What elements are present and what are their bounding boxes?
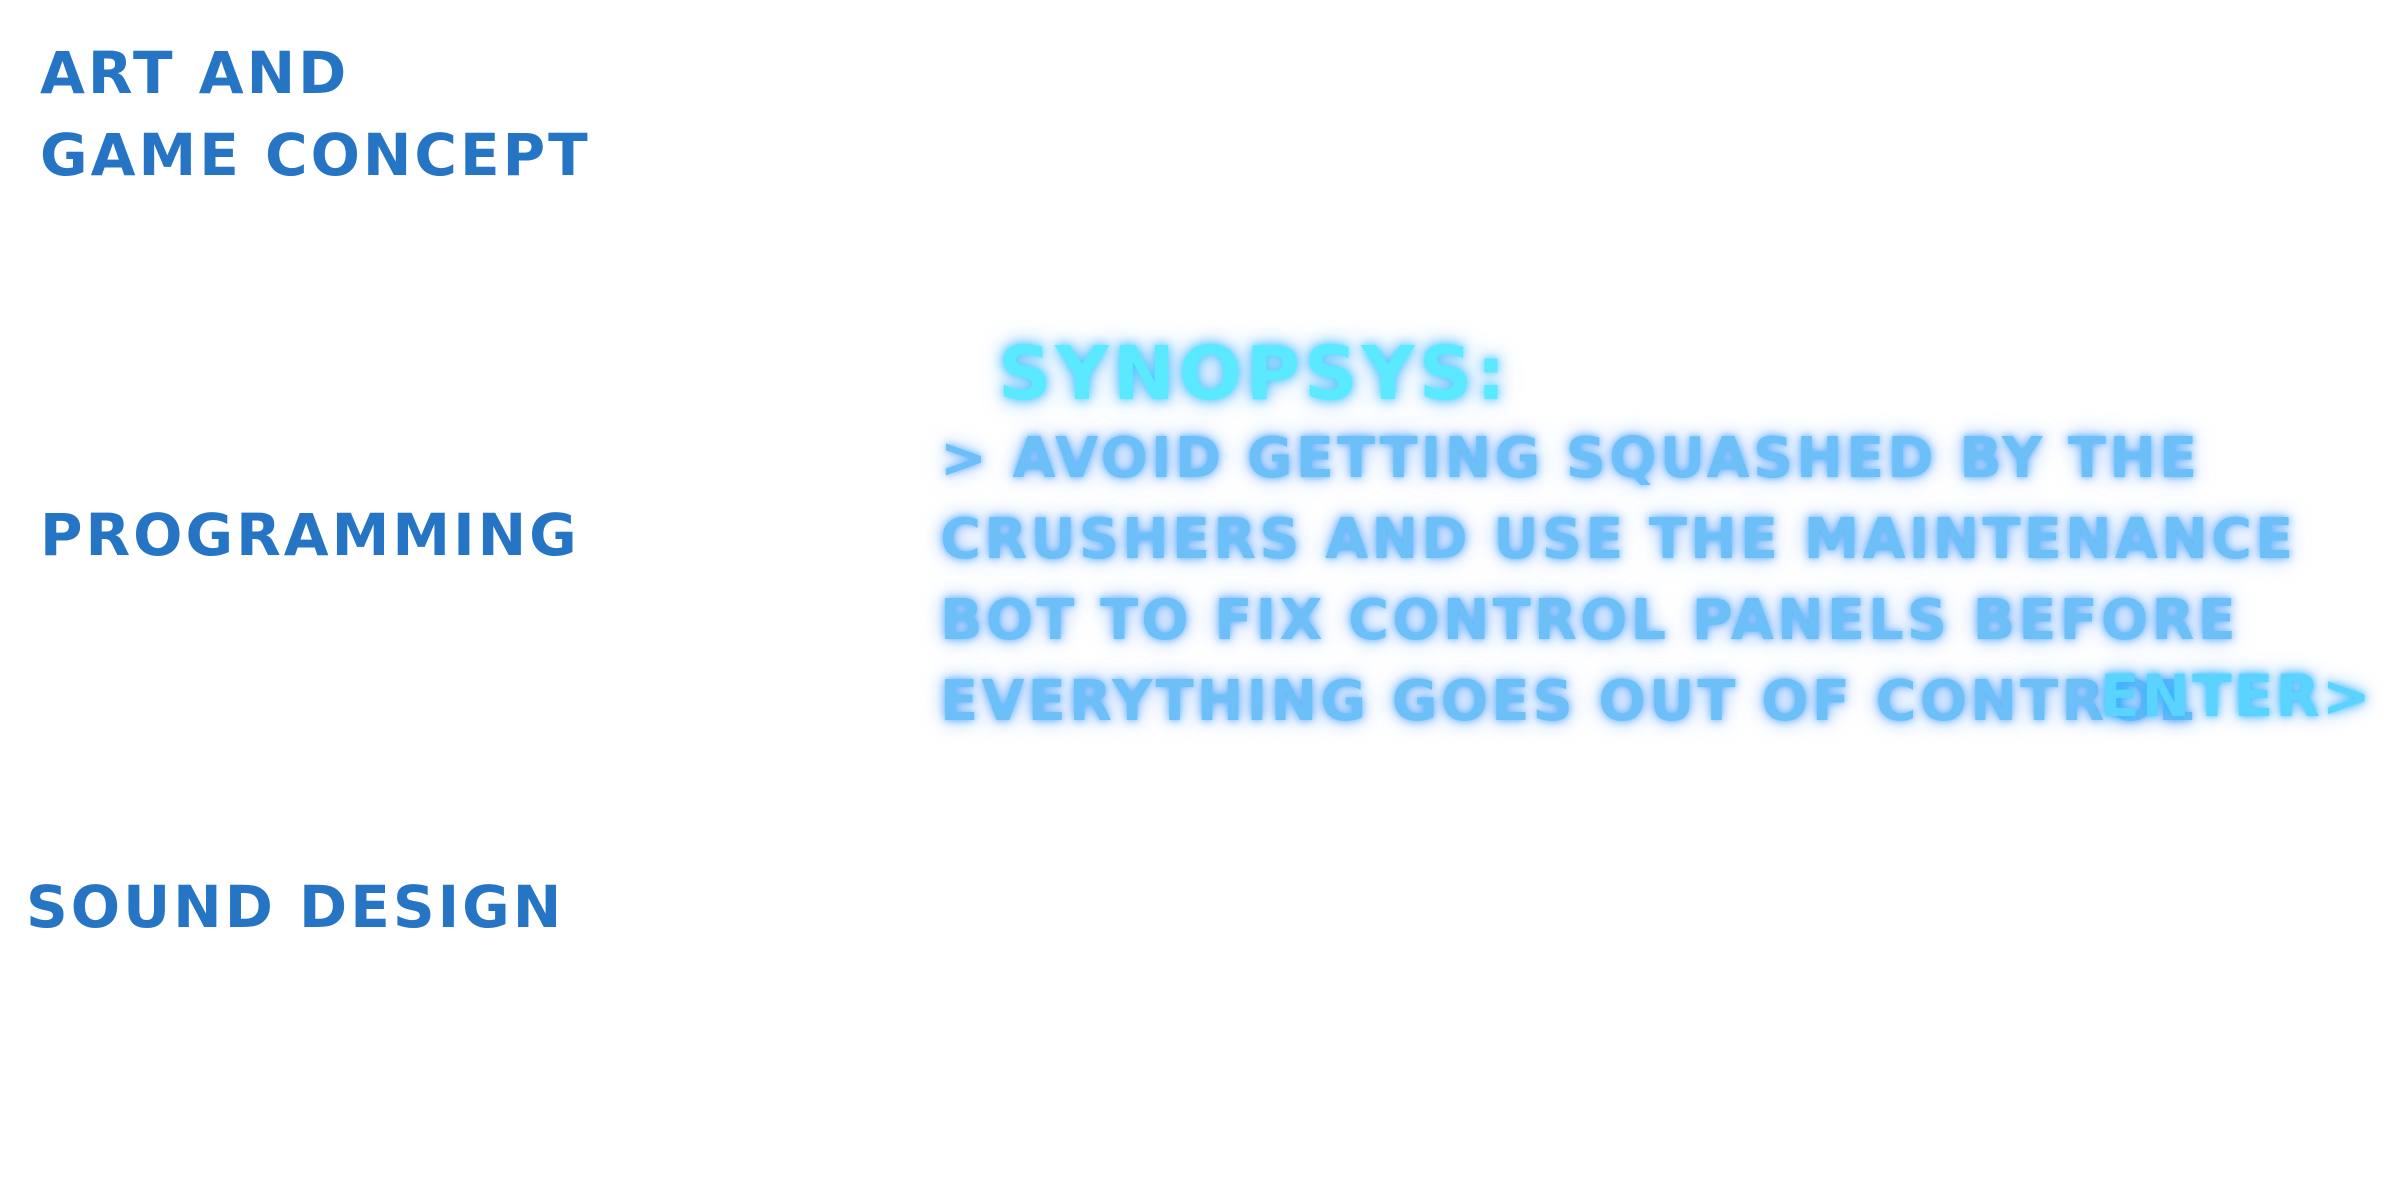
credit-art-and-game-concept: ART AND GAME CONCEPT <box>40 32 591 196</box>
synopsis-line-2: CRUSHERS AND USE THE MAINTENANCE <box>940 507 2297 572</box>
credit-art-line-1: ART AND <box>40 39 350 107</box>
synopsis-text: > AVOID GETTING SQUASHED BY THE CRUSHERS… <box>940 418 2297 742</box>
synopsis-line-3: BOT TO FIX CONTROL PANELS BEFORE <box>940 588 2239 653</box>
credit-sound-design: SOUND DESIGN <box>26 873 565 941</box>
credit-art-line-2: GAME CONCEPT <box>40 121 591 189</box>
synopsis-line-4: EVERYTHING GOES OUT OF CONTROL <box>940 669 2197 734</box>
synopsis-line-1: > AVOID GETTING SQUASHED BY THE <box>940 426 2201 491</box>
synopsis-title: SYNOPSYS: <box>998 331 1510 417</box>
enter-button[interactable]: ENTER> <box>2100 654 2373 738</box>
credit-programming: PROGRAMMING <box>40 501 580 569</box>
